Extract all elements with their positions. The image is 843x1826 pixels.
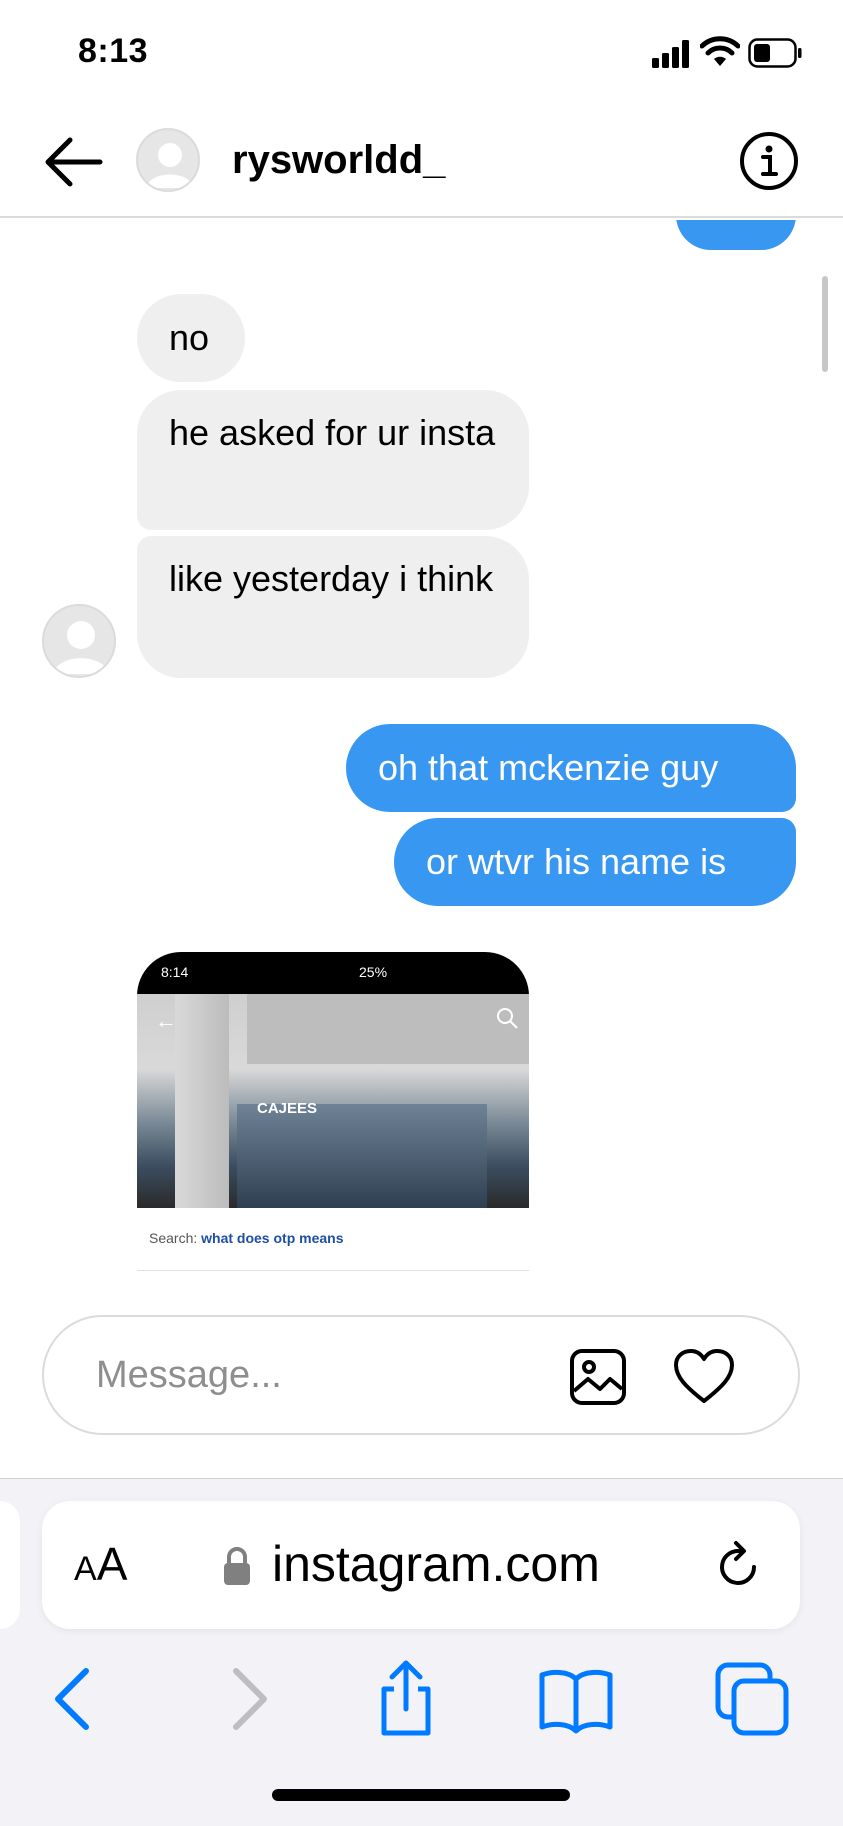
wifi-icon bbox=[700, 36, 740, 66]
incoming-message[interactable]: like yesterday i think bbox=[137, 536, 529, 678]
search-label: Search: bbox=[149, 1230, 198, 1246]
chevron-left-icon[interactable] bbox=[36, 1659, 116, 1739]
chevron-right-icon[interactable] bbox=[206, 1659, 286, 1739]
default-avatar-icon bbox=[146, 143, 194, 188]
photo-storefront bbox=[237, 1104, 487, 1208]
tabs-icon[interactable] bbox=[712, 1659, 792, 1739]
heart-icon[interactable] bbox=[672, 1347, 736, 1407]
sender-avatar[interactable] bbox=[42, 604, 116, 678]
info-icon[interactable] bbox=[738, 130, 800, 192]
shared-image-time: 8:14 bbox=[161, 964, 189, 980]
shared-image[interactable]: 8:14 25% CAJEES ← Search: what does otp … bbox=[137, 952, 529, 1275]
divider bbox=[137, 1270, 529, 1271]
home-indicator[interactable] bbox=[272, 1789, 570, 1801]
reader-settings-button[interactable]: AA bbox=[74, 1537, 127, 1591]
default-avatar-icon bbox=[53, 621, 109, 674]
status-bar: 8:13 bbox=[0, 0, 843, 110]
search-query: what does otp means bbox=[201, 1230, 344, 1246]
photo-search-icon bbox=[497, 1008, 518, 1029]
chat-username[interactable]: rysworldd_ bbox=[232, 138, 445, 183]
gallery-icon[interactable] bbox=[568, 1347, 628, 1407]
outgoing-message[interactable]: oh that mckenzie guy bbox=[346, 724, 796, 812]
incoming-message[interactable]: he asked for ur insta bbox=[137, 390, 529, 530]
outgoing-message-bubble-partial[interactable] bbox=[676, 220, 796, 250]
chat-header: rysworldd_ bbox=[0, 110, 843, 218]
message-composer bbox=[42, 1315, 800, 1435]
lock-icon bbox=[224, 1547, 250, 1585]
shared-image-search-text: Search: what does otp means bbox=[149, 1230, 344, 1246]
url-text[interactable]: instagram.com bbox=[272, 1535, 600, 1593]
shared-image-search-bar: Search: what does otp means bbox=[137, 1208, 529, 1275]
aa-large: A bbox=[96, 1538, 128, 1590]
aa-small: A bbox=[74, 1550, 97, 1588]
battery-icon bbox=[748, 38, 802, 68]
shared-image-status-bar: 8:14 25% bbox=[137, 952, 529, 994]
cellular-signal-icon bbox=[652, 40, 689, 68]
reload-icon[interactable] bbox=[710, 1539, 766, 1595]
photo-back-arrow-icon: ← bbox=[155, 1008, 177, 1033]
share-icon[interactable] bbox=[366, 1659, 446, 1739]
status-time: 8:13 bbox=[78, 32, 149, 70]
avatar[interactable] bbox=[136, 128, 200, 192]
shared-image-photo: CAJEES ← bbox=[137, 994, 529, 1208]
bookmarks-icon[interactable] bbox=[536, 1659, 616, 1739]
incoming-message[interactable]: no bbox=[137, 294, 245, 382]
back-arrow-icon[interactable] bbox=[40, 134, 106, 190]
message-thread[interactable]: no he asked for ur insta like yesterday … bbox=[0, 220, 843, 1275]
message-input[interactable] bbox=[96, 1347, 516, 1403]
photo-ceiling bbox=[247, 994, 529, 1064]
photo-pillar bbox=[175, 994, 229, 1208]
outgoing-message[interactable]: or wtvr his name is bbox=[394, 818, 796, 906]
browser-toolbar: AA instagram.com bbox=[0, 1478, 843, 1826]
shared-image-battery: 25% bbox=[359, 964, 388, 980]
photo-store-sign: CAJEES bbox=[257, 1100, 318, 1117]
address-bar[interactable]: AA instagram.com bbox=[42, 1501, 800, 1629]
scrollbar[interactable] bbox=[822, 276, 828, 372]
previous-tab-edge[interactable] bbox=[0, 1501, 20, 1629]
